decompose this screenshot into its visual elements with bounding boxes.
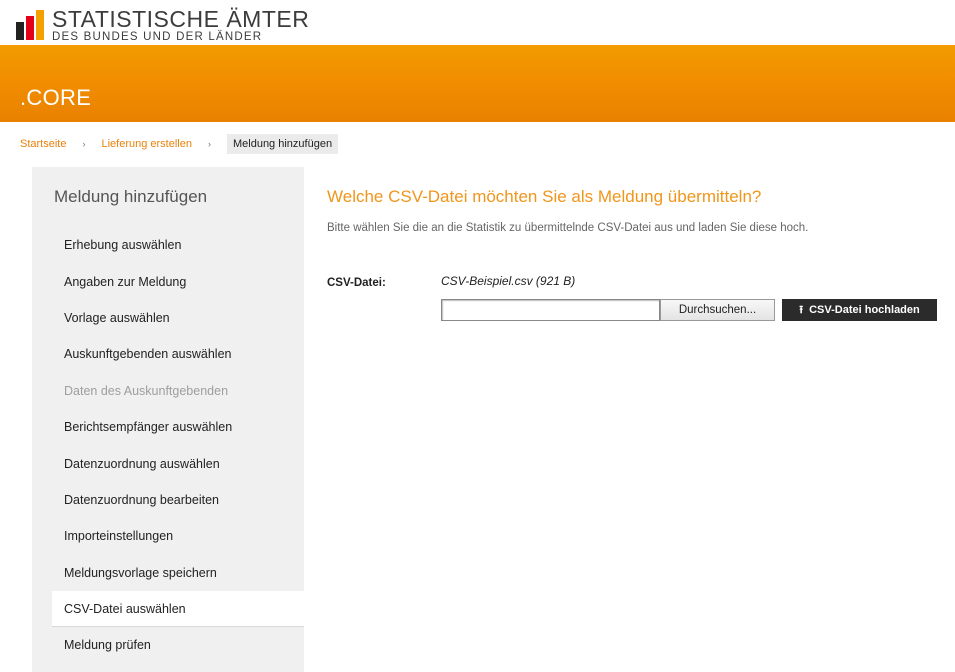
sidebar-item-meldungsvorlage[interactable]: Meldungsvorlage speichern: [32, 555, 304, 591]
header-banner: .CORE: [0, 45, 955, 122]
upload-csv-button[interactable]: ⭱ CSV-Datei hochladen: [782, 299, 937, 321]
sidebar-item-datenzuordnung-bearbeiten[interactable]: Datenzuordnung bearbeiten: [32, 482, 304, 518]
upload-csv-button-label: CSV-Datei hochladen: [809, 304, 920, 316]
sidebar-item-erhebung[interactable]: Erhebung auswählen: [32, 227, 304, 263]
page-title: Welche CSV-Datei möchten Sie als Meldung…: [327, 187, 762, 206]
breadcrumb-current: Meldung hinzufügen: [226, 134, 339, 154]
sidebar-title: Meldung hinzufügen: [54, 187, 208, 206]
browse-button[interactable]: Durchsuchen...: [660, 299, 775, 321]
breadcrumb-separator-icon: ›: [207, 139, 211, 149]
breadcrumb-separator-icon: ›: [82, 139, 86, 149]
logo-line1: STATISTISCHE ÄMTER: [52, 6, 310, 32]
logo-text: STATISTISCHE ÄMTER DES BUNDES UND DER LÄ…: [52, 8, 309, 44]
breadcrumb-link-startseite[interactable]: Startseite: [20, 138, 66, 150]
sidebar-item-datenzuordnung-auswaehlen[interactable]: Datenzuordnung auswählen: [32, 445, 304, 481]
file-path-input[interactable]: [441, 299, 660, 321]
sidebar-item-vorlage[interactable]: Vorlage auswählen: [32, 300, 304, 336]
breadcrumb: Startseite › Lieferung erstellen › Meldu…: [20, 134, 339, 154]
sidebar-item-berichtsempfaenger[interactable]: Berichtsempfänger auswählen: [32, 409, 304, 445]
sidebar-item-auskunftgebenden[interactable]: Auskunftgebenden auswählen: [32, 336, 304, 372]
csv-file-label: CSV-Datei:: [327, 277, 386, 289]
page-description: Bitte wählen Sie die an die Statistik zu…: [327, 222, 809, 234]
upload-icon: ⭱: [799, 303, 804, 316]
sidebar-item-csv-datei[interactable]: CSV-Datei auswählen: [52, 590, 304, 628]
sidebar-item-daten-auskunftgebenden: Daten des Auskunftgebenden: [64, 383, 229, 398]
logo-mark: [16, 10, 46, 40]
sidebar-nav: Erhebung auswählen Angaben zur Meldung V…: [32, 227, 304, 664]
selected-file-name: CSV-Beispiel.csv (921 B): [441, 274, 576, 288]
sidebar: Meldung hinzufügen Erhebung auswählen An…: [32, 167, 304, 672]
sidebar-item-angaben[interactable]: Angaben zur Meldung: [32, 263, 304, 299]
breadcrumb-link-lieferung[interactable]: Lieferung erstellen: [101, 138, 192, 150]
sidebar-item-importeinstellungen[interactable]: Importeinstellungen: [32, 518, 304, 554]
sidebar-item-meldung-pruefen[interactable]: Meldung prüfen: [32, 627, 304, 663]
app-title: .CORE: [20, 85, 92, 110]
logo-line2: DES BUNDES UND DER LÄNDER: [52, 31, 263, 43]
logo[interactable]: STATISTISCHE ÄMTER DES BUNDES UND DER LÄ…: [16, 8, 309, 44]
